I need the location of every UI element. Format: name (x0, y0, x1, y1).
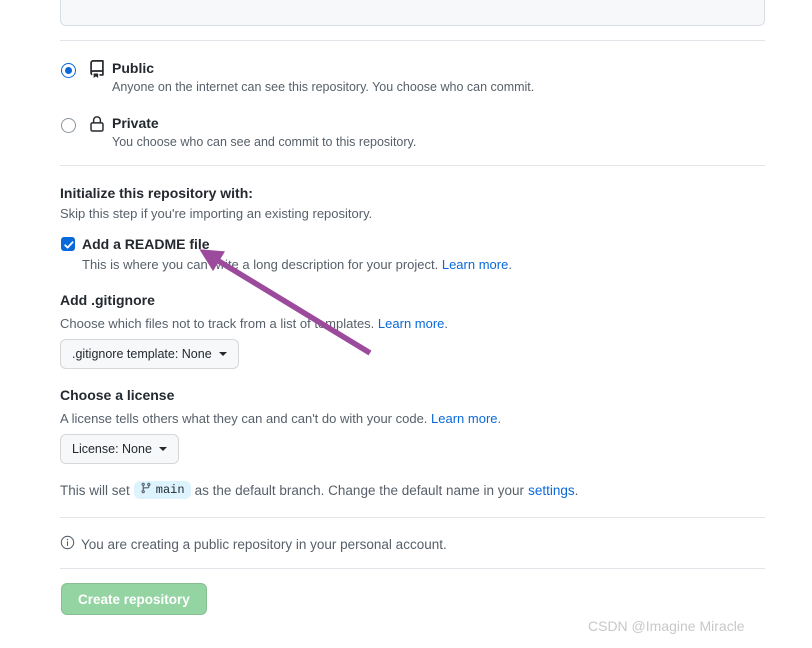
default-branch-text-before: This will set (60, 482, 130, 498)
initialize-heading: Initialize this repository with: (60, 185, 253, 201)
visibility-public-description: Anyone on the internet can see this repo… (112, 80, 535, 94)
license-learn-more-link[interactable]: Learn more (431, 411, 497, 426)
visibility-private-description: You choose who can see and commit to thi… (112, 135, 417, 149)
license-description: A license tells others what they can and… (60, 411, 501, 426)
description-input-partial[interactable] (60, 0, 765, 26)
license-heading: Choose a license (60, 387, 175, 403)
repository-notice: You are creating a public repository in … (60, 535, 447, 553)
chevron-down-icon (218, 352, 227, 356)
create-repository-button-label: Create repository (78, 591, 190, 607)
default-branch-name: main (155, 483, 185, 497)
readme-checkbox[interactable] (61, 237, 75, 251)
visibility-option-public[interactable]: Public Anyone on the internet can see th… (60, 58, 765, 108)
radio-private[interactable] (61, 118, 76, 133)
license-dropdown[interactable]: License: None (60, 434, 179, 464)
gitignore-heading: Add .gitignore (60, 292, 155, 308)
license-description-period: . (497, 411, 502, 426)
divider-above-submit (60, 568, 765, 569)
readme-description-text: This is where you can write a long descr… (82, 257, 442, 272)
settings-link[interactable]: settings (528, 483, 575, 498)
gitignore-description-period: . (444, 316, 449, 331)
readme-description-period: . (508, 257, 512, 272)
divider-above-visibility (60, 40, 765, 41)
default-branch-text-middle: as the default branch. Change the defaul… (194, 482, 525, 498)
initialize-subtext: Skip this step if you're importing an ex… (60, 206, 373, 221)
gitignore-description: Choose which files not to track from a l… (60, 316, 448, 331)
default-branch-text-after: . (574, 482, 579, 498)
readme-learn-more-link[interactable]: Learn more (442, 257, 508, 272)
default-branch-tag: main (133, 481, 191, 499)
gitignore-description-text: Choose which files not to track from a l… (60, 316, 378, 331)
repository-notice-text: You are creating a public repository in … (81, 536, 447, 552)
readme-description: This is where you can write a long descr… (82, 257, 512, 272)
divider-above-notice (60, 517, 765, 518)
chevron-down-icon (158, 447, 167, 451)
create-repository-button[interactable]: Create repository (61, 583, 207, 615)
csdn-watermark: CSDN @Imagine Miracle (588, 618, 745, 634)
license-dropdown-label: License: None (72, 442, 152, 456)
repo-icon (88, 60, 106, 83)
gitignore-learn-more-link[interactable]: Learn more (378, 316, 444, 331)
radio-public[interactable] (61, 63, 76, 78)
default-branch-note: This will set main as the default branch… (60, 481, 578, 499)
visibility-private-label: Private (112, 115, 159, 131)
readme-label[interactable]: Add a README file (82, 236, 210, 252)
gitignore-template-dropdown[interactable]: .gitignore template: None (60, 339, 239, 369)
visibility-option-private[interactable]: Private You choose who can see and commi… (60, 113, 765, 163)
lock-icon (88, 115, 106, 138)
git-branch-icon (140, 482, 152, 498)
info-icon (60, 535, 75, 553)
license-description-text: A license tells others what they can and… (60, 411, 432, 426)
divider-above-initialize (60, 165, 765, 166)
visibility-public-label: Public (112, 60, 155, 76)
gitignore-template-dropdown-label: .gitignore template: None (72, 347, 212, 361)
create-repository-form-page: Public Anyone on the internet can see th… (0, 0, 812, 648)
